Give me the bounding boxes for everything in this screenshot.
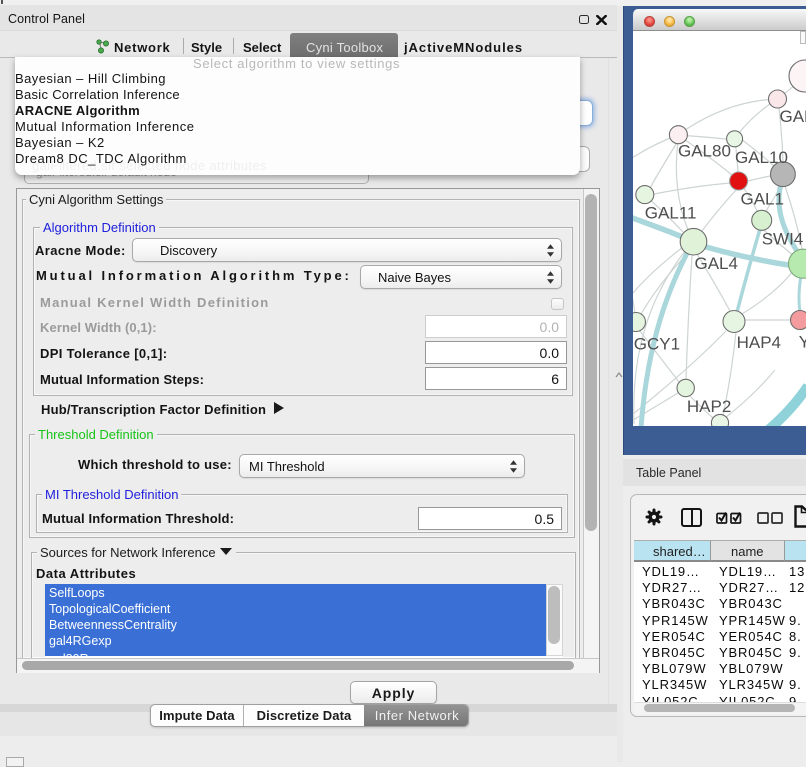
- svg-text:GAL80: GAL80: [678, 142, 731, 161]
- svg-text:GCY1: GCY1: [634, 335, 680, 354]
- svg-text:GAL10: GAL10: [735, 148, 788, 167]
- svg-text:SWI4: SWI4: [762, 230, 804, 249]
- svg-text:HAP4: HAP4: [737, 333, 781, 352]
- svg-text:HAP2: HAP2: [687, 397, 731, 416]
- svg-text:GAL4: GAL4: [695, 254, 738, 273]
- svg-text:GAL11: GAL11: [645, 204, 697, 223]
- svg-text:GAL7: GAL7: [780, 107, 806, 126]
- svg-text:GAL1: GAL1: [741, 190, 784, 209]
- svg-text:YJ: YJ: [799, 333, 806, 352]
